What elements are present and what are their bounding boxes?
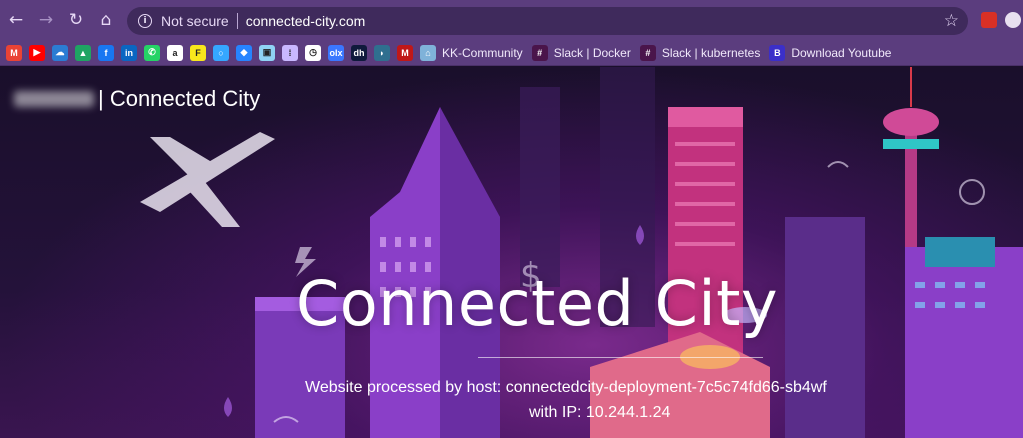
redacted-name (14, 91, 94, 107)
home-button[interactable]: ⌂ (93, 7, 119, 33)
url-text[interactable]: connected-city.com (246, 13, 366, 29)
onedrive-icon[interactable]: ☁ (52, 44, 68, 61)
browser-toolbar: ← → ↻ ⌂ i Not secure connected-city.com … (0, 0, 1023, 40)
brand-text: | Connected City (98, 86, 261, 111)
tool-icon[interactable]: ▣ (259, 44, 275, 61)
web-page: $ | Connected City Connected City Websit… (0, 67, 1023, 438)
linkedin-icon[interactable]: in (121, 44, 137, 61)
grid-app-icon[interactable]: ⁞ (282, 44, 298, 61)
bookmark-label: KK-Community (442, 45, 523, 60)
address-bar[interactable]: i Not secure connected-city.com ☆ (127, 7, 968, 35)
host-info-text: Website processed by host: connectedcity… (305, 379, 827, 396)
ip-info-text: with IP: 10.244.1.24 (529, 404, 671, 421)
olx-icon[interactable]: olx (328, 44, 344, 61)
security-status[interactable]: Not secure (161, 13, 229, 29)
flipkart-icon[interactable]: F (190, 44, 206, 61)
clock-app-icon[interactable]: ◷ (305, 44, 321, 61)
b-bookmark-icon: B (769, 44, 786, 61)
bookmark-label: Slack | Docker (553, 45, 631, 60)
bookmark-item[interactable]: # Slack | Docker (531, 44, 631, 61)
extension-icon[interactable] (981, 12, 997, 28)
bookmark-star-icon[interactable]: ☆ (944, 11, 959, 31)
hero-title: Connected City (296, 267, 779, 340)
profile-avatar[interactable] (1005, 12, 1021, 28)
bookmark-item[interactable]: B Download Youtube (769, 44, 892, 61)
bookmark-item[interactable]: ⌂ KK-Community (420, 44, 523, 61)
bookmark-label: Download Youtube (791, 45, 892, 60)
slack-icon: # (531, 44, 548, 61)
mcafee-icon[interactable]: M (397, 44, 413, 61)
youtube-icon[interactable]: ▶ (29, 44, 45, 61)
site-brand[interactable]: | Connected City (14, 86, 260, 112)
gmail-icon[interactable]: M (6, 44, 22, 61)
info-icon[interactable]: i (138, 14, 152, 28)
jira-icon[interactable]: ◆ (236, 44, 252, 61)
slack-icon: # (639, 44, 656, 61)
google-drive-icon[interactable]: ▲ (75, 44, 91, 61)
amazon-icon[interactable]: a (167, 44, 183, 61)
home-bookmark-icon: ⌂ (420, 44, 436, 61)
hero-divider (478, 357, 763, 358)
forward-button[interactable]: → (33, 7, 59, 33)
bookmarks-bar: M ▶ ☁ ▲ f in ✆ a F ○ ◆ ▣ ⁞ ◷ olx dh ◗ M ⌂ KK-Community # Slac… (0, 40, 1023, 66)
facebook-icon[interactable]: f (98, 44, 114, 61)
circle-app-icon[interactable]: ○ (213, 44, 229, 61)
bookmark-item[interactable]: # Slack | kubernetes (639, 44, 761, 61)
dh-icon[interactable]: dh (351, 44, 367, 61)
whatsapp-icon[interactable]: ✆ (144, 44, 160, 61)
bookmark-label: Slack | kubernetes (661, 45, 761, 60)
divider (236, 13, 238, 29)
back-button[interactable]: ← (3, 7, 29, 33)
hat-icon[interactable]: ◗ (374, 44, 390, 61)
reload-button[interactable]: ↻ (63, 7, 89, 33)
